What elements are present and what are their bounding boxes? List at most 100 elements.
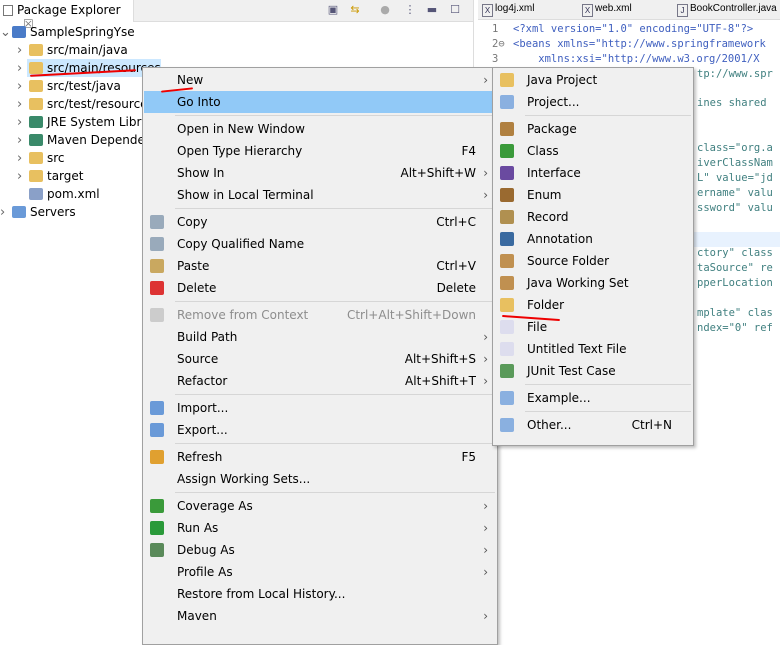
chevron-right-icon[interactable]: ›	[17, 132, 29, 150]
tree-item[interactable]: › JRE System Library	[17, 113, 161, 131]
chevron-right-icon[interactable]: ›	[17, 60, 29, 78]
menu-item-label: Open Type Hierarchy	[177, 144, 303, 158]
menu-item-java-project[interactable]: Java Project	[494, 69, 692, 91]
menu-item-export[interactable]: Export...	[144, 419, 496, 441]
chevron-right-icon[interactable]: ›	[17, 168, 29, 186]
menu-item-debug-as[interactable]: Debug As ›	[144, 539, 496, 561]
menu-item-junit-test-case[interactable]: JUnit Test Case	[494, 360, 692, 382]
code-line: pperLocation	[697, 277, 773, 289]
context-menu: New › Go Into Open in New Window Open Type H…	[142, 67, 498, 645]
chevron-down-icon[interactable]: ⌄	[0, 24, 12, 42]
menu-item-project[interactable]: Project...	[494, 91, 692, 113]
menu-item-show-in[interactable]: Show In Alt+Shift+W ›	[144, 162, 496, 184]
menu-item-maven[interactable]: Maven ›	[144, 605, 496, 627]
file-icon	[500, 320, 514, 334]
java-project-icon	[500, 73, 514, 87]
menu-item-new[interactable]: New ›	[144, 69, 496, 91]
menu-item-label: Java Working Set	[527, 276, 629, 290]
menu-item-go-into[interactable]: Go Into	[144, 91, 496, 113]
chevron-right-icon: ›	[483, 565, 488, 579]
menu-item-file[interactable]: File	[494, 316, 692, 338]
chevron-right-icon[interactable]: ›	[17, 42, 29, 60]
menu-item-profile-as[interactable]: Profile As ›	[144, 561, 496, 583]
source-folder-icon	[29, 80, 43, 92]
menu-item-coverage-as[interactable]: Coverage As ›	[144, 495, 496, 517]
chevron-right-icon[interactable]: ›	[17, 114, 29, 132]
menu-item-annotation[interactable]: Annotation	[494, 228, 692, 250]
menu-item-restore-from-local-history[interactable]: Restore from Local History...	[144, 583, 496, 605]
menu-item-copy-qualified-name[interactable]: Copy Qualified Name	[144, 233, 496, 255]
code-line: ername" valu	[697, 187, 773, 199]
menu-item-run-as[interactable]: Run As ›	[144, 517, 496, 539]
chevron-right-icon[interactable]: ›	[17, 96, 29, 114]
tab-package-explorer[interactable]: Package Explorer ☒	[0, 0, 134, 31]
menu-item-shortcut: F4	[461, 144, 476, 158]
chevron-right-icon: ›	[483, 330, 488, 344]
menu-item-label: Show in Local Terminal	[177, 188, 314, 202]
editor-tab[interactable]: Xlog4j.xml	[482, 3, 534, 17]
minimize-icon[interactable]: ▬	[425, 3, 439, 17]
menu-item-class[interactable]: Class	[494, 140, 692, 162]
menu-separator	[525, 384, 691, 385]
chevron-right-icon[interactable]: ›	[17, 78, 29, 96]
menu-item-build-path[interactable]: Build Path ›	[144, 326, 496, 348]
menu-item-open-in-new-window[interactable]: Open in New Window	[144, 118, 496, 140]
menu-separator	[525, 411, 691, 412]
menu-item-label: Maven	[177, 609, 217, 623]
menu-item-shortcut: Ctrl+Alt+Shift+Down	[346, 308, 476, 322]
menu-item-label: Export...	[177, 423, 228, 437]
menu-item-folder[interactable]: Folder	[494, 294, 692, 316]
menu-item-paste[interactable]: Paste Ctrl+V	[144, 255, 496, 277]
tree-item[interactable]: pom.xml	[29, 185, 100, 203]
chevron-right-icon[interactable]: ›	[0, 204, 12, 222]
editor-tab-bar: Xlog4j.xml Xweb.xml J BookController.java	[478, 0, 780, 20]
tree-item[interactable]: › src/test/resources	[17, 95, 154, 113]
filter-icon[interactable]: ●	[378, 3, 392, 17]
editor-tab[interactable]: J BookController.java	[677, 3, 777, 17]
chevron-right-icon[interactable]: ›	[17, 150, 29, 168]
menu-item-assign-working-sets[interactable]: Assign Working Sets...	[144, 468, 496, 490]
menu-item-record[interactable]: Record	[494, 206, 692, 228]
menu-item-source[interactable]: Source Alt+Shift+S ›	[144, 348, 496, 370]
menu-item-open-type-hierarchy[interactable]: Open Type Hierarchy F4	[144, 140, 496, 162]
chevron-right-icon: ›	[483, 374, 488, 388]
menu-item-import[interactable]: Import...	[144, 397, 496, 419]
tree-item[interactable]: › src	[17, 149, 65, 167]
collapse-all-icon[interactable]: ▣	[326, 3, 340, 17]
menu-item-refactor[interactable]: Refactor Alt+Shift+T ›	[144, 370, 496, 392]
link-with-editor-icon[interactable]: ⇆	[348, 3, 362, 17]
menu-item-untitled-text-file[interactable]: Untitled Text File	[494, 338, 692, 360]
code-line: tp://www.spr	[697, 68, 773, 80]
menu-item-copy[interactable]: Copy Ctrl+C	[144, 211, 496, 233]
tree-item-label: pom.xml	[47, 187, 100, 201]
record-icon	[500, 210, 514, 224]
menu-item-show-in-local-terminal[interactable]: Show in Local Terminal ›	[144, 184, 496, 206]
maximize-icon[interactable]: ☐	[448, 3, 462, 17]
tree-item[interactable]: › target	[17, 167, 84, 185]
menu-item-label: Refactor	[177, 374, 228, 388]
new-submenu: Java Project Project... Package Class Interf…	[492, 67, 694, 446]
tree-item[interactable]: › src/test/java	[17, 77, 121, 95]
menu-item-java-working-set[interactable]: Java Working Set	[494, 272, 692, 294]
chevron-right-icon: ›	[483, 543, 488, 557]
menu-item-example[interactable]: Example...	[494, 387, 692, 409]
text-file-icon	[500, 342, 514, 356]
menu-item-source-folder[interactable]: Source Folder	[494, 250, 692, 272]
other-icon	[500, 418, 514, 432]
tree-item[interactable]: › src/main/java	[17, 41, 128, 59]
menu-item-other[interactable]: Other... Ctrl+N	[494, 414, 692, 436]
tree-item[interactable]: › Servers	[0, 203, 76, 221]
editor-tab[interactable]: Xweb.xml	[582, 3, 632, 17]
menu-item-enum[interactable]: Enum	[494, 184, 692, 206]
menu-item-interface[interactable]: Interface	[494, 162, 692, 184]
view-menu-icon[interactable]: ⋮	[403, 3, 417, 17]
tree-item[interactable]: ⌄ SampleSpringYse	[0, 23, 135, 41]
menu-item-delete[interactable]: Delete Delete	[144, 277, 496, 299]
code-line: ndex="0" ref	[697, 322, 773, 334]
folder-icon	[12, 206, 26, 218]
package-explorer-icon	[3, 5, 13, 16]
menu-separator	[525, 115, 691, 116]
menu-item-label: Interface	[527, 166, 581, 180]
menu-item-package[interactable]: Package	[494, 118, 692, 140]
menu-item-refresh[interactable]: Refresh F5	[144, 446, 496, 468]
